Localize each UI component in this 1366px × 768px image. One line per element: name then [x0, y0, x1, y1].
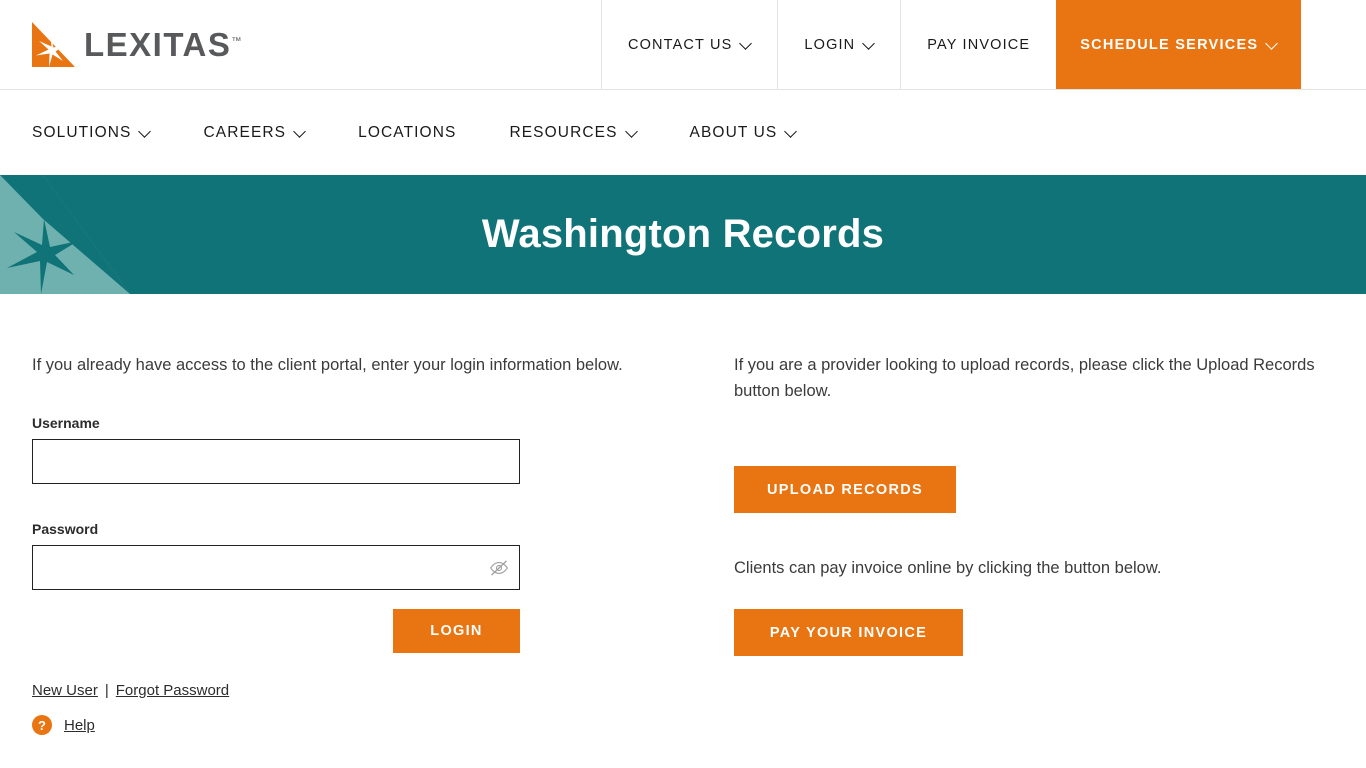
provider-column: If you are a provider looking to upload …: [698, 294, 1334, 767]
link-separator: |: [104, 682, 109, 699]
chevron-down-icon: [140, 127, 150, 137]
logo-zone: LEXITAS™: [0, 0, 601, 89]
password-label: Password: [32, 521, 99, 537]
nav-item-careers-label: CAREERS: [203, 123, 287, 141]
nav-item-pay-invoice-label: PAY INVOICE: [927, 36, 1031, 53]
logo-wordmark-text: LEXITAS: [84, 26, 232, 63]
site-header: LEXITAS™ CONTACT US LOGIN PAY INVOICE SC…: [0, 0, 1366, 90]
provider-intro-text: If you are a provider looking to upload …: [734, 356, 1315, 400]
help-link[interactable]: Help: [64, 717, 95, 734]
nav-item-schedule-services[interactable]: SCHEDULE SERVICES: [1056, 0, 1302, 89]
username-label: Username: [32, 415, 100, 431]
pay-your-invoice-button[interactable]: PAY YOUR INVOICE: [734, 609, 963, 656]
logo-trademark: ™: [231, 36, 242, 47]
logo-wordmark: LEXITAS™: [84, 28, 241, 61]
nav-item-contact-us[interactable]: CONTACT US: [601, 0, 778, 89]
username-input[interactable]: [33, 440, 519, 483]
nav-item-contact-us-label: CONTACT US: [628, 36, 733, 53]
sidebar-item-careers[interactable]: CAREERS: [203, 124, 305, 142]
chevron-down-icon: [627, 127, 637, 137]
forgot-password-link[interactable]: Forgot Password: [116, 682, 229, 699]
login-column: If you already have access to the client…: [32, 294, 698, 767]
help-row: ? Help: [32, 715, 698, 735]
main-content: If you already have access to the client…: [0, 294, 1366, 767]
nav-item-about-us-label: ABOUT US: [689, 123, 778, 141]
new-user-link[interactable]: New User: [32, 682, 98, 699]
eye-slash-icon[interactable]: [489, 558, 509, 578]
secondary-nav: SOLUTIONS CAREERS LOCATIONS RESOURCES AB…: [0, 90, 1366, 175]
nav-item-solutions-label: SOLUTIONS: [32, 123, 132, 141]
question-mark-icon[interactable]: ?: [32, 715, 52, 735]
hero-star-watermark-icon: [0, 175, 130, 294]
header-filler: [1301, 0, 1366, 89]
sidebar-item-solutions[interactable]: SOLUTIONS: [32, 124, 150, 142]
chevron-down-icon: [1267, 39, 1277, 49]
sidebar-item-resources[interactable]: RESOURCES: [509, 124, 636, 142]
hero-banner: Washington Records: [0, 175, 1366, 294]
page-title: Washington Records: [481, 212, 885, 256]
nav-item-resources-label: RESOURCES: [509, 123, 618, 141]
primary-nav: CONTACT US LOGIN PAY INVOICE SCHEDULE SE…: [601, 0, 1366, 89]
nav-item-locations-label: LOCATIONS: [358, 123, 457, 141]
pay-invoice-text: Clients can pay invoice online by clicki…: [734, 559, 1162, 577]
password-field-wrapper[interactable]: [32, 545, 520, 590]
sidebar-item-locations[interactable]: LOCATIONS: [358, 124, 456, 142]
lexitas-star-logo-icon: [30, 20, 77, 70]
chevron-down-icon: [295, 127, 305, 137]
account-links: New User | Forgot Password: [32, 682, 698, 699]
chevron-down-icon: [741, 39, 751, 49]
site-logo[interactable]: LEXITAS™: [30, 20, 241, 70]
sidebar-item-about-us[interactable]: ABOUT US: [690, 124, 797, 142]
login-button-row: LOGIN: [32, 609, 520, 653]
nav-item-login[interactable]: LOGIN: [777, 0, 901, 89]
password-input[interactable]: [33, 546, 519, 589]
login-button[interactable]: LOGIN: [393, 609, 520, 653]
username-field-wrapper[interactable]: [32, 439, 520, 484]
chevron-down-icon: [864, 39, 874, 49]
nav-item-schedule-services-label: SCHEDULE SERVICES: [1080, 36, 1259, 53]
nav-item-login-label: LOGIN: [804, 36, 856, 53]
chevron-down-icon: [786, 127, 796, 137]
login-intro-text: If you already have access to the client…: [32, 356, 623, 374]
nav-item-pay-invoice[interactable]: PAY INVOICE: [900, 0, 1057, 89]
upload-records-button[interactable]: UPLOAD RECORDS: [734, 466, 956, 513]
